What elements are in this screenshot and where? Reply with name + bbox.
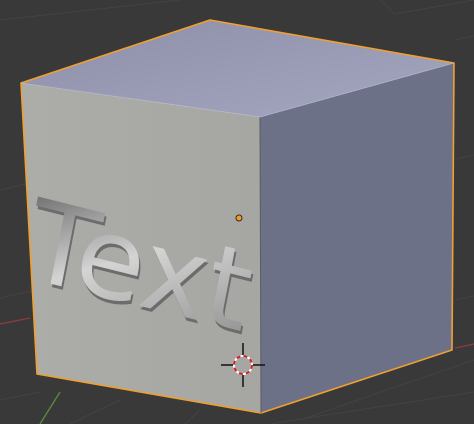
viewport-scene: Text Text bbox=[0, 0, 474, 424]
3d-viewport[interactable]: Text Text bbox=[0, 0, 474, 424]
cube-side-face bbox=[260, 63, 454, 413]
object-origin-dot bbox=[235, 214, 243, 222]
y-axis-line bbox=[39, 391, 61, 424]
x-axis-line-right bbox=[454, 343, 474, 349]
x-axis-line bbox=[0, 317, 31, 325]
cube-object[interactable]: Text Text bbox=[17, 19, 455, 414]
